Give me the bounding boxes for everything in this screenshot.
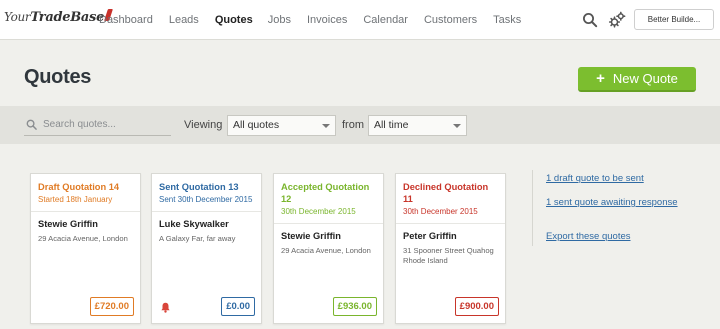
nav-item-invoices[interactable]: Invoices (307, 14, 347, 26)
quote-customer-name: Peter Griffin (403, 231, 457, 241)
quote-customer-name: Stewie Griffin (38, 219, 98, 229)
logo-text-your: Your (4, 10, 31, 24)
draft-quotes-link[interactable]: 1 draft quote to be sent (546, 173, 644, 184)
quote-card-body: Stewie Griffin 29 Acacia Avenue, London (31, 212, 140, 244)
top-navbar: Your TradeBase Dashboard Leads Quotes Jo… (0, 0, 720, 40)
new-quote-button[interactable]: + New Quote (578, 67, 696, 92)
sidebar-divider (532, 170, 533, 246)
time-range-select[interactable]: All time (368, 115, 467, 136)
nav-item-dashboard[interactable]: Dashboard (99, 14, 153, 26)
quote-title: Declined Quotation 11 (403, 182, 489, 204)
plus-icon: + (596, 70, 605, 87)
quote-amount: £0.00 (221, 297, 255, 316)
quote-card-body: Stewie Griffin 29 Acacia Avenue, London (274, 224, 383, 256)
quote-card[interactable]: Draft Quotation 14 Started 18th January … (30, 173, 141, 324)
chevron-down-icon (322, 124, 330, 128)
search-input[interactable] (43, 119, 163, 130)
quote-card[interactable]: Sent Quotation 13 Sent 30th December 201… (151, 173, 262, 324)
quote-title: Accepted Quotation 12 (281, 182, 370, 204)
quote-card[interactable]: Accepted Quotation 12 30th December 2015… (273, 173, 384, 324)
viewing-select-value: All quotes (233, 119, 280, 131)
quote-card-body: Luke Skywalker A Galaxy Far, far away (152, 212, 261, 244)
quote-title: Sent Quotation 13 (159, 182, 239, 192)
gears-icon[interactable] (608, 11, 626, 29)
quote-customer-address: 29 Acacia Avenue, London (281, 246, 371, 255)
brand-logo[interactable]: Your TradeBase (4, 9, 113, 31)
quote-card-header: Declined Quotation 11 30th December 2015 (396, 174, 505, 224)
quote-customer-name: Stewie Griffin (281, 231, 341, 241)
viewing-label: Viewing (184, 119, 223, 131)
quote-card-header: Draft Quotation 14 Started 18th January (31, 174, 140, 212)
nav-item-tasks[interactable]: Tasks (493, 14, 521, 26)
from-label: from (342, 119, 364, 131)
new-quote-label: New Quote (612, 71, 678, 86)
search-icon[interactable] (582, 12, 598, 28)
quote-customer-address: 31 Spooner Street Quahog Rhode Island (403, 246, 494, 265)
quote-amount: £936.00 (332, 297, 377, 316)
quote-customer-name: Luke Skywalker (159, 219, 229, 229)
quote-search-field[interactable] (24, 114, 171, 136)
main-nav: Dashboard Leads Quotes Jobs Invoices Cal… (99, 0, 521, 40)
quote-customer-address: A Galaxy Far, far away (159, 234, 236, 243)
bell-icon[interactable] (161, 300, 170, 313)
time-range-select-value: All time (374, 119, 409, 131)
nav-item-quotes[interactable]: Quotes (215, 14, 253, 26)
quote-date: 30th December 2015 (403, 207, 478, 216)
quote-date: Started 18th January (38, 195, 113, 204)
filter-bar: Viewing All quotes from All time (0, 106, 720, 144)
quote-card-header: Accepted Quotation 12 30th December 2015 (274, 174, 383, 224)
quote-card[interactable]: Declined Quotation 11 30th December 2015… (395, 173, 506, 324)
quote-card-header: Sent Quotation 13 Sent 30th December 201… (152, 174, 261, 212)
chevron-down-icon (453, 124, 461, 128)
quote-customer-address: 29 Acacia Avenue, London (38, 234, 128, 243)
quote-date: Sent 30th December 2015 (159, 195, 253, 204)
account-button[interactable]: Better Builde... (634, 9, 714, 30)
nav-item-jobs[interactable]: Jobs (268, 14, 291, 26)
nav-item-leads[interactable]: Leads (169, 14, 199, 26)
logo-text-tradebase: TradeBase (30, 10, 105, 25)
quote-amount: £900.00 (454, 297, 499, 316)
quote-title: Draft Quotation 14 (38, 182, 120, 192)
nav-item-customers[interactable]: Customers (424, 14, 477, 26)
search-icon (26, 119, 37, 130)
viewing-select[interactable]: All quotes (227, 115, 336, 136)
nav-item-calendar[interactable]: Calendar (363, 14, 408, 26)
page-title: Quotes (24, 66, 92, 88)
export-quotes-link[interactable]: Export these quotes (546, 231, 631, 242)
quote-amount: £720.00 (89, 297, 134, 316)
awaiting-response-link[interactable]: 1 sent quote awaiting response (546, 197, 678, 208)
quote-card-body: Peter Griffin 31 Spooner Street Quahog R… (396, 224, 505, 266)
quote-date: 30th December 2015 (281, 207, 356, 216)
